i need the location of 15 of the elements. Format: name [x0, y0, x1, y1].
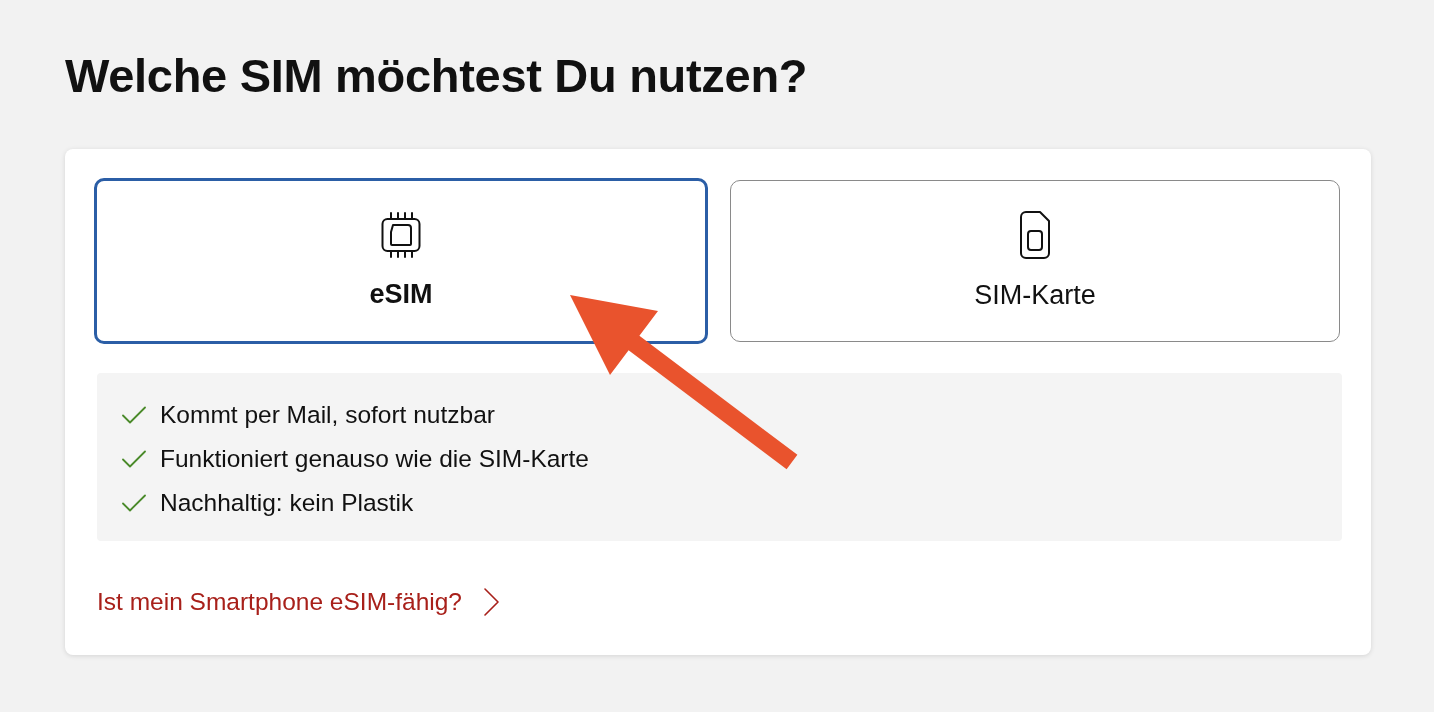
- check-icon: [122, 494, 146, 512]
- option-label: SIM-Karte: [974, 279, 1096, 311]
- sim-option[interactable]: eSIM: [94, 178, 708, 344]
- sim-card-icon: [1020, 211, 1050, 259]
- option-label: eSIM: [369, 278, 433, 310]
- check-icon: [122, 450, 146, 468]
- check-icon: [122, 406, 146, 424]
- esim-check-link[interactable]: Ist mein Smartphone eSIM-fähig?: [97, 587, 462, 617]
- sim-option[interactable]: SIM-Karte: [730, 180, 1340, 342]
- chevron-right-icon: [483, 588, 499, 616]
- feature-text: Nachhaltig: kein Plastik: [160, 488, 414, 518]
- page-heading: Welche SIM möchtest Du nutzen?: [65, 48, 809, 104]
- feature-text: Kommt per Mail, sofort nutzbar: [160, 400, 495, 430]
- chip-icon: [381, 212, 421, 258]
- feature-text: Funktioniert genauso wie die SIM-Karte: [160, 444, 589, 474]
